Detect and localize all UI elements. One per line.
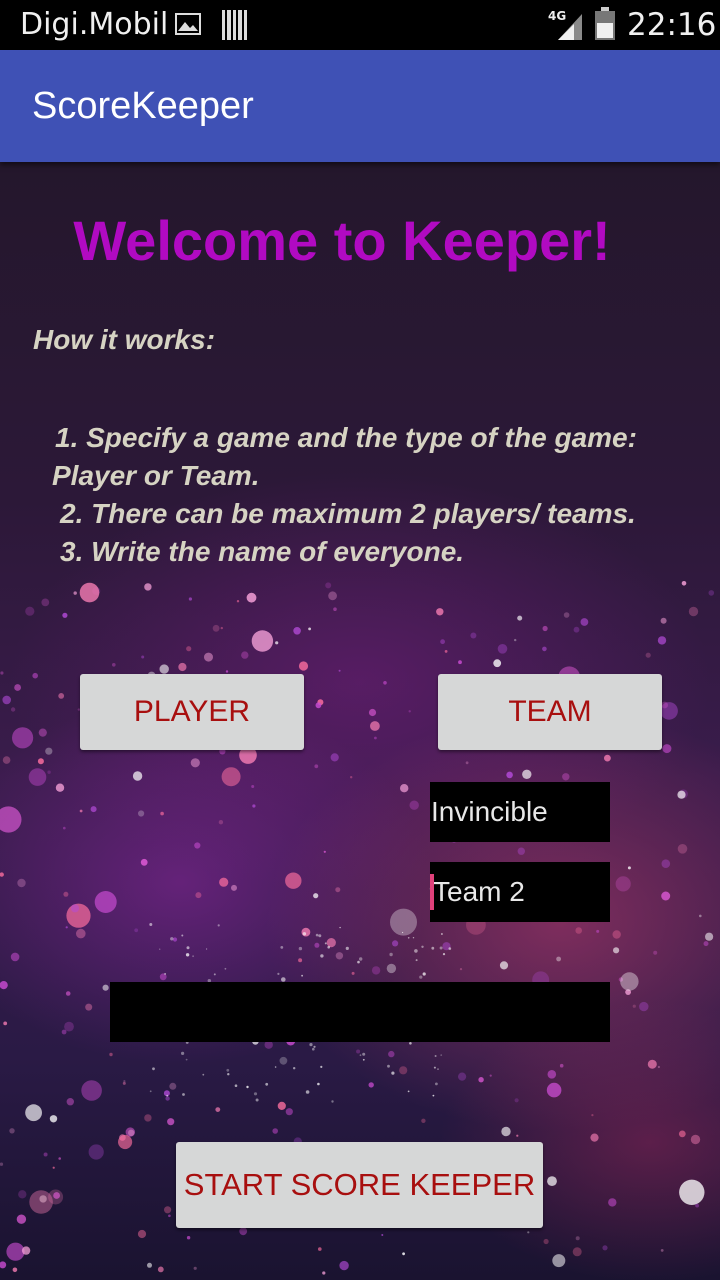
screen: Digi.Mobil 4G 22:16 ScoreKeeper Welcome … [0, 0, 720, 1280]
instruction-step-2: 2. There can be maximum 2 players/ teams… [60, 498, 636, 529]
signal-icon: 4G [548, 9, 582, 40]
instructions-list: 1. Specify a game and the type of the ga… [52, 419, 692, 571]
start-score-keeper-button[interactable]: START SCORE KEEPER [176, 1142, 543, 1228]
network-type-label: 4G [548, 9, 566, 23]
main-content: Welcome to Keeper! How it works: 1. Spec… [0, 162, 720, 1280]
app-title: ScoreKeeper [32, 85, 254, 127]
team-2-name-value: Team 2 [433, 876, 525, 907]
team-2-name-field[interactable]: Team 2 [430, 862, 610, 922]
text-cursor [430, 874, 434, 910]
carrier-name: Digi.Mobil [20, 7, 169, 42]
clock: 22:16 [627, 7, 717, 43]
how-it-works-heading: How it works: [33, 324, 216, 355]
team-1-name-value: Invincible [431, 796, 548, 827]
status-bar: Digi.Mobil 4G 22:16 [0, 0, 720, 50]
team-1-name-field[interactable]: Invincible [430, 782, 610, 842]
instruction-step-1: 1. Specify a game and the type of the ga… [55, 422, 637, 453]
instruction-step-3: 3. Write the name of everyone. [60, 536, 465, 567]
team-button[interactable]: TEAM [438, 674, 662, 750]
welcome-heading: Welcome to Keeper! [73, 209, 611, 272]
barcode-icon [222, 10, 247, 40]
instruction-step-1-continued: Player or Team. [52, 460, 260, 491]
action-bar: ScoreKeeper [0, 50, 720, 162]
gallery-icon [175, 13, 201, 35]
game-name-field[interactable] [110, 982, 610, 1042]
player-button[interactable]: PLAYER [80, 674, 304, 750]
battery-icon [595, 7, 615, 40]
